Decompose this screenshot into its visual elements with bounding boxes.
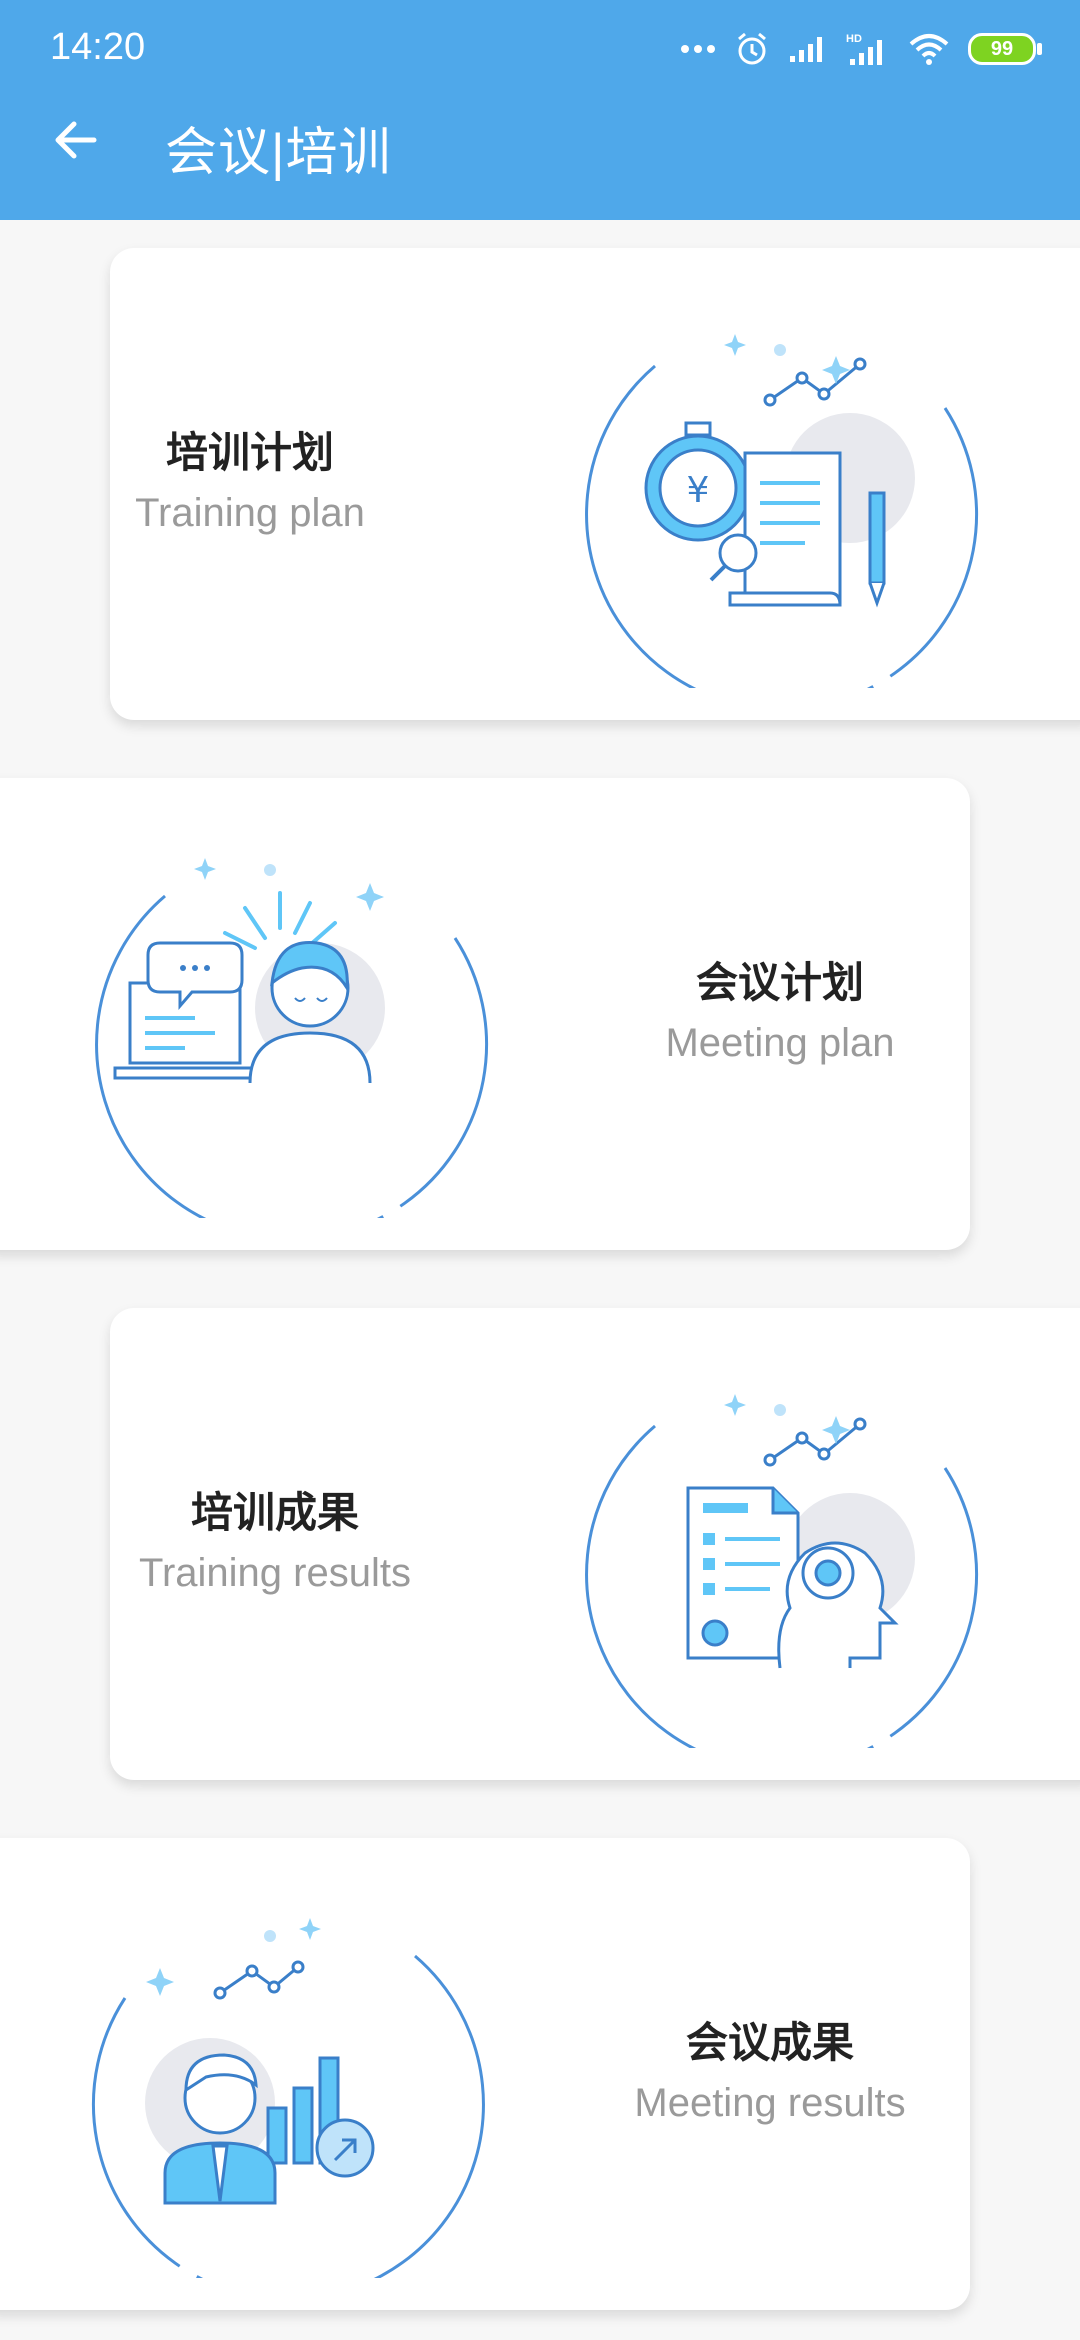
arrow-left-icon[interactable] xyxy=(48,112,104,168)
card-meeting-plan[interactable]: 会议计划 Meeting plan xyxy=(0,778,970,1250)
training-results-illustration xyxy=(585,1394,979,1748)
hd-signal-icon: HD xyxy=(846,33,882,65)
card-title-cn: 培训计划 xyxy=(165,429,334,476)
more-dots-icon xyxy=(681,45,715,53)
svg-text:¥: ¥ xyxy=(687,470,710,511)
svg-text:HD: HD xyxy=(846,33,862,45)
wifi-icon xyxy=(909,34,949,65)
card-text: 会议计划 Meeting plan xyxy=(630,953,930,1073)
card-text: 会议成果 Meeting results xyxy=(610,2013,930,2133)
battery-level: 99 xyxy=(990,37,1014,60)
card-title-en: Meeting plan xyxy=(665,1021,895,1065)
card-title-en: Training plan xyxy=(135,491,365,535)
status-time: 14:20 xyxy=(50,26,146,68)
card-text: 培训成果 Training results xyxy=(130,1483,420,1603)
meeting-plan-illustration xyxy=(95,858,489,1218)
card-title-en: Training results xyxy=(139,1551,411,1595)
card-training-plan[interactable]: 培训计划 Training plan ¥ xyxy=(110,248,1080,720)
card-title-cn: 培训成果 xyxy=(190,1489,359,1536)
alarm-icon xyxy=(738,32,766,65)
card-title-cn: 会议成果 xyxy=(685,2019,854,2066)
app-bar: 14:20 HD 99 会议|培训 xyxy=(0,0,1080,220)
meeting-results-illustration xyxy=(91,1918,485,2278)
page-title: 会议|培训 xyxy=(165,124,392,182)
battery-icon: 99 xyxy=(968,33,1042,65)
card-training-results[interactable]: 培训成果 Training results xyxy=(110,1308,1080,1780)
signal-icon xyxy=(790,37,822,62)
training-plan-illustration: ¥ xyxy=(585,334,979,688)
card-title-cn: 会议计划 xyxy=(695,959,864,1006)
card-text: 培训计划 Training plan xyxy=(130,423,370,543)
status-icons: HD 99 xyxy=(680,24,1042,74)
card-title-en: Meeting results xyxy=(634,2081,906,2125)
card-meeting-results[interactable]: 会议成果 Meeting results xyxy=(0,1838,970,2310)
